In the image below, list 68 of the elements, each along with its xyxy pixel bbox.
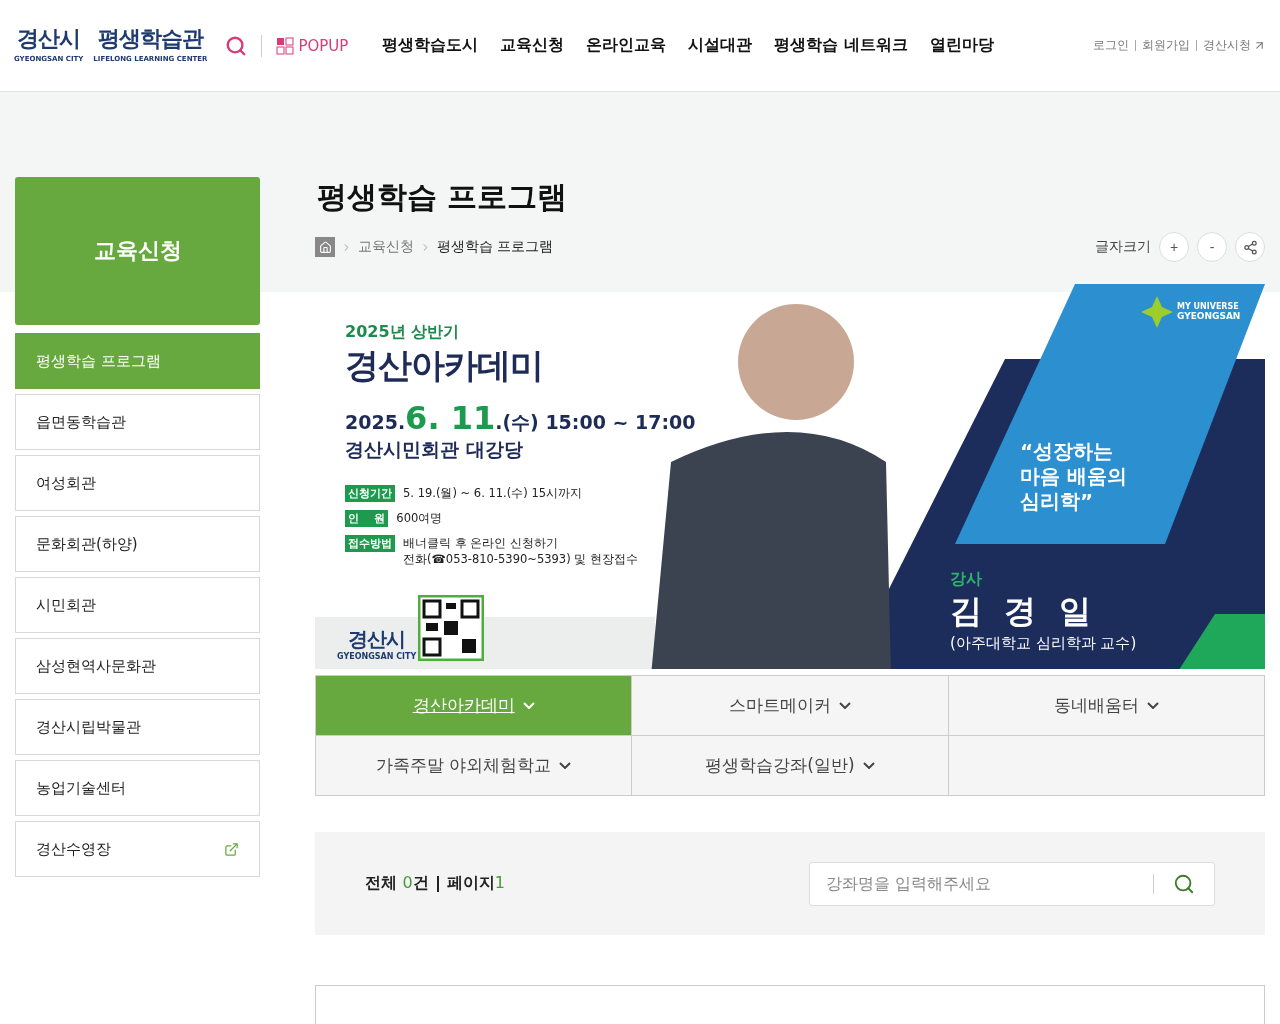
sidebar-item[interactable]: 삼성현역사문화관 [15, 638, 260, 694]
external-link-icon [224, 841, 239, 857]
share-icon [1242, 239, 1258, 255]
sidebar-item[interactable]: 읍면동학습관 [15, 394, 260, 450]
banner-season: 2025년 상반기 [345, 322, 461, 344]
info-text: 600여명 [396, 510, 443, 527]
search-box[interactable]: 강좌명을 입력해주세요 [809, 861, 1215, 906]
info-text: 전화(☎053-810-5390~5393) 및 현장접수 [403, 551, 638, 568]
banner-quote: “성장하는 마음 배움의 심리학” [1020, 439, 1128, 515]
banner-title: 경산아카데미 [345, 344, 544, 388]
arrow-icon [1253, 39, 1266, 52]
home-icon[interactable] [315, 237, 335, 258]
nav-link[interactable]: 온라인교육 [586, 35, 667, 56]
sidebar-item[interactable]: 경산시립박물관 [15, 699, 260, 755]
category-tab[interactable]: 동네배움터 [948, 676, 1265, 737]
banner-venue: 경산시민회관 대강당 [345, 437, 524, 463]
qr-code-icon [418, 595, 484, 662]
banner-city-logo: 경산시 [348, 629, 406, 650]
city-logo-text: 경산시 [17, 28, 81, 50]
page-count: 페이지1 [446, 873, 505, 895]
chevron-icon [862, 762, 875, 770]
util-link[interactable]: 로그인 [1093, 37, 1129, 54]
info-label: 인 원 [345, 510, 389, 528]
nav-link[interactable]: 열린마당 [929, 35, 994, 56]
sidebar-item[interactable]: 농업기술센터 [15, 760, 260, 816]
sidebar-title: 교육신청 [15, 177, 260, 325]
info-text: 5. 19.(월) ~ 6. 11.(수) 15시까지 [403, 485, 582, 502]
category-tab[interactable]: 스마트메이커 [632, 676, 949, 737]
banner-date: 2025.6. 11.(수) 15:00 ~ 17:00 [345, 399, 696, 438]
nav-link[interactable]: 시설대관 [688, 35, 753, 56]
nav-link[interactable]: 평생학습도시 [382, 35, 479, 56]
star-logo-icon [1141, 296, 1173, 329]
font-size-button[interactable]: - [1197, 232, 1227, 263]
breadcrumb-link[interactable]: 교육신청 [358, 238, 414, 257]
util-link[interactable]: 회원가입 [1142, 37, 1190, 54]
info-label: 신청기간 [345, 485, 395, 503]
brand-logo-text: MY UNIVERSE GYEONGSAN [1177, 302, 1241, 322]
util-link[interactable]: 경산시청 [1203, 37, 1266, 54]
info-text: 배너클릭 후 온라인 신청하기 [403, 535, 559, 552]
lecturer-label: 강사 [950, 569, 983, 591]
info-label: 접수방법 [345, 535, 395, 553]
chevron-icon [1146, 702, 1159, 710]
chevron-icon [522, 702, 535, 710]
search-icon [1173, 872, 1195, 895]
nav-link[interactable]: 평생학습 네트워크 [774, 35, 908, 56]
share-button[interactable] [1235, 232, 1265, 263]
font-size-button[interactable]: + [1159, 232, 1189, 263]
page-title: 평생학습 프로그램 [317, 178, 569, 216]
search-input[interactable]: 강좌명을 입력해주세요 [824, 873, 1153, 895]
breadcrumb-link[interactable]: 평생학습 프로그램 [437, 238, 554, 257]
chevron-icon [559, 762, 572, 770]
sidebar-item[interactable]: 경산수영장 [15, 821, 260, 877]
category-tab[interactable]: 가족주말 야외체험학교 [316, 736, 633, 797]
category-tab[interactable]: 평생학습강좌(일반) [632, 736, 949, 797]
sidebar-item[interactable]: 시민회관 [15, 577, 260, 633]
nav-link[interactable]: 교육신청 [500, 35, 565, 56]
center-logo-text: 평생학습관 [97, 28, 203, 50]
banner-city-logo-subtitle: GYEONGSAN CITY [337, 652, 417, 662]
lecturer-affiliation: (아주대학교 심리학과 교수) [950, 634, 1137, 654]
sidebar-item[interactable]: 문화회관(하양) [15, 516, 260, 572]
total-count: 전체 0건 [365, 873, 429, 895]
lecturer-name: 김 경 일 [950, 591, 1092, 633]
sidebar-item[interactable]: 여성회관 [15, 455, 260, 511]
chevron-icon [839, 702, 851, 710]
grid-icon [276, 36, 295, 55]
search-button[interactable] [225, 34, 248, 57]
font-size-label: 글자크기 [1095, 238, 1151, 257]
popup-link[interactable]: POPUP [276, 36, 349, 55]
